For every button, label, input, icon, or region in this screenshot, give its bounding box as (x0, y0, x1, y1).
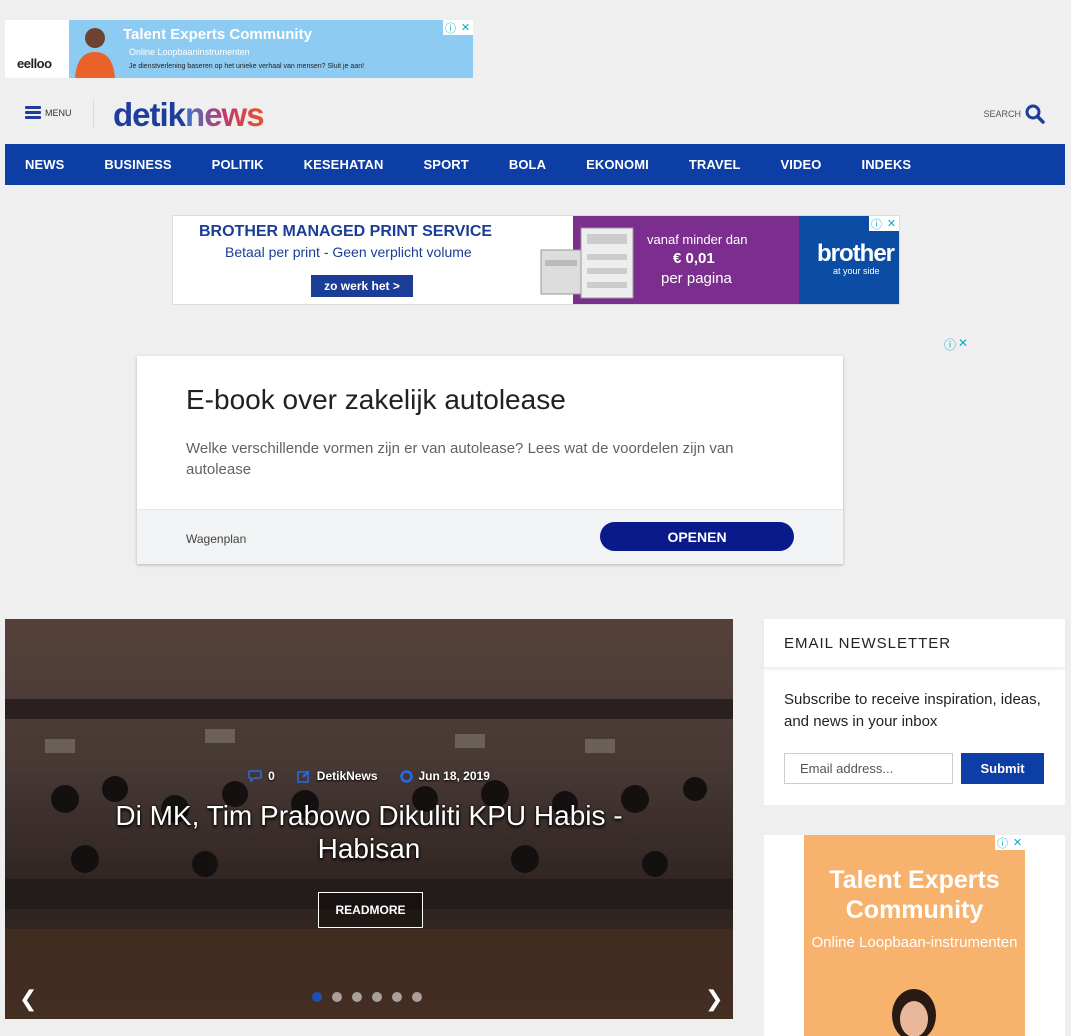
price-line-2: € 0,01 (673, 250, 715, 267)
newsletter-title: EMAIL NEWSLETTER (764, 619, 1065, 668)
slide-headline[interactable]: Di MK, Tim Prabowo Dikuliti KPU Habis - … (89, 799, 649, 865)
native-ad-advertiser: Wagenplan (186, 532, 247, 546)
author-name: DetikNews (316, 769, 378, 783)
sidebar-ad-headline: Talent Experts Community (829, 866, 1000, 924)
ad-person-image (71, 22, 117, 78)
slider-dot[interactable] (372, 992, 382, 1002)
nav-item-ekonomi[interactable]: EKONOMI (586, 157, 649, 172)
slider-dot[interactable] (332, 992, 342, 1002)
edit-icon (297, 770, 310, 783)
hamburger-icon (25, 106, 41, 119)
ad-close-icon[interactable]: ✕ (884, 216, 899, 231)
eelloo-logo-box: eelloo (5, 20, 69, 78)
chevron-right-icon[interactable]: ❯ (705, 987, 723, 1012)
slide-comments[interactable]: 0 (248, 769, 275, 783)
ad-info-icon[interactable]: ⓘ (443, 20, 458, 35)
logo-detik: detik (113, 96, 186, 133)
sidebar-ad-person-image (892, 989, 936, 1036)
ad-subline: Online Loopbaaninstrumenten (129, 47, 250, 57)
nav-item-politik[interactable]: POLITIK (212, 157, 264, 172)
ad-info-icon[interactable]: ⓘ (995, 835, 1010, 850)
printer-image (540, 227, 634, 299)
slide-date: Jun 18, 2019 (399, 769, 490, 783)
menu-label: MENU (45, 107, 72, 118)
brother-headline: BROTHER MANAGED PRINT SERVICE (199, 223, 493, 240)
slider-dot[interactable] (352, 992, 362, 1002)
menu-button[interactable]: MENU (25, 106, 72, 119)
logo-news: news (185, 96, 265, 133)
comment-icon (248, 770, 262, 782)
ad-info-icon[interactable]: ⓘ (869, 216, 884, 231)
nav-item-news[interactable]: NEWS (25, 157, 64, 172)
ad-close-icon[interactable]: ✕ (458, 20, 473, 35)
native-ad-choices[interactable]: ⓘ ✕ (944, 336, 968, 353)
brother-banner-ad[interactable]: BROTHER MANAGED PRINT SERVICE Betaal per… (172, 215, 900, 305)
ad-headline: Talent Experts Community (123, 26, 312, 43)
price-line-3: per pagina (661, 270, 732, 287)
nav-item-indeks[interactable]: INDEKS (861, 157, 911, 172)
nav-item-video[interactable]: VIDEO (781, 157, 822, 172)
sidebar-ad-choices[interactable]: ⓘ ✕ (995, 835, 1025, 850)
search-label: SEARCH (983, 109, 1021, 119)
brother-tagline: at your side (833, 266, 880, 276)
nav-item-travel[interactable]: TRAVEL (689, 157, 741, 172)
native-ad-footer: Wagenplan OPENEN (137, 509, 843, 564)
slider-dot[interactable] (412, 992, 422, 1002)
ad-choices[interactable]: ⓘ ✕ (443, 20, 473, 35)
comment-count: 0 (268, 769, 275, 783)
brother-logo: brother (817, 240, 895, 267)
clock-icon (399, 769, 413, 783)
search-button[interactable]: SEARCH (983, 104, 1045, 124)
price-line-1: vanaf minder dan (647, 232, 748, 247)
search-icon (1025, 104, 1045, 124)
nav-item-sport[interactable]: SPORT (424, 157, 469, 172)
nav-item-business[interactable]: BUSINESS (104, 157, 171, 172)
chevron-left-icon[interactable]: ❮ (19, 987, 37, 1012)
sidebar-ad[interactable]: Talent Experts Community Online Loopbaan… (804, 835, 1025, 1036)
native-ad-card[interactable]: E-book over zakelijk autolease Welke ver… (137, 356, 843, 564)
slide-author[interactable]: DetikNews (297, 769, 378, 783)
native-ad-description: Welke verschillende vormen zijn er van a… (186, 440, 734, 478)
ad-info-icon[interactable]: ⓘ (944, 336, 956, 353)
featured-slider[interactable]: 0 DetikNews Jun 18, 2019 Di MK, Tim Prab… (5, 619, 733, 1019)
nav-item-kesehatan[interactable]: KESEHATAN (304, 157, 384, 172)
email-input[interactable] (784, 753, 953, 784)
brother-subline: Betaal per print - Geen verplicht volume (225, 244, 472, 260)
main-nav: NEWS BUSINESS POLITIK KESEHATAN SPORT BO… (5, 144, 1065, 185)
readmore-button[interactable]: READMORE (318, 892, 423, 928)
native-ad-title[interactable]: E-book over zakelijk autolease (186, 384, 566, 416)
nav-item-bola[interactable]: BOLA (509, 157, 546, 172)
sidebar-ad-container: Talent Experts Community Online Loopbaan… (764, 835, 1065, 1036)
sidebar-ad-subline: Online Loopbaan-instrumenten (811, 934, 1018, 951)
date-text: Jun 18, 2019 (418, 769, 490, 783)
eelloo-logo: eelloo (17, 56, 52, 71)
ad-close-icon[interactable]: ✕ (958, 336, 968, 353)
ad-tagline: Je dienstverlening baseren op het unieke… (129, 63, 365, 70)
ad-close-icon[interactable]: ✕ (1010, 835, 1025, 850)
slider-dots (312, 992, 422, 1002)
open-button[interactable]: OPENEN (600, 522, 794, 551)
top-banner-ad[interactable]: eelloo Talent Experts Community Online L… (5, 20, 473, 78)
brother-ad-choices[interactable]: ⓘ ✕ (869, 216, 899, 231)
slide-meta: 0 DetikNews Jun 18, 2019 (5, 769, 733, 783)
slider-dot[interactable] (392, 992, 402, 1002)
site-header: MENU detiknews SEARCH (5, 86, 1065, 144)
newsletter-description: Subscribe to receive inspiration, ideas,… (784, 691, 1041, 730)
submit-button[interactable]: Submit (961, 753, 1044, 784)
brother-cta-button[interactable]: zo werk het > (311, 275, 413, 297)
slider-dot[interactable] (312, 992, 322, 1002)
header-divider (93, 98, 94, 128)
newsletter-widget: EMAIL NEWSLETTER Subscribe to receive in… (764, 619, 1065, 805)
site-logo[interactable]: detiknews (113, 96, 265, 134)
